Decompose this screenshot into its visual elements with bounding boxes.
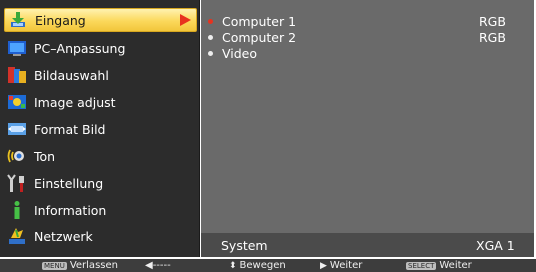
menu-item-netzwerk[interactable]: Netzwerk	[4, 224, 197, 248]
menu-item-image-adjust[interactable]: Image adjust	[4, 90, 197, 114]
pc-adjust-icon	[6, 37, 28, 59]
system-value: XGA 1	[476, 237, 515, 253]
back-hint: ◀-----	[145, 260, 171, 271]
move-hint: ⬍ Bewegen	[229, 260, 286, 271]
menu-item-pc-anpassung[interactable]: PC–Anpassung	[4, 36, 197, 60]
submenu-arrow-icon	[180, 14, 191, 26]
input-icon	[7, 9, 29, 31]
main-menu: Eingang PC–Anpassung Bildauswahl Image a…	[0, 0, 200, 257]
system-status-bar: System XGA 1	[201, 233, 534, 257]
right-arrow-icon: ▶	[320, 260, 327, 271]
menu-item-einstellung[interactable]: Einstellung	[4, 171, 197, 195]
sound-icon	[6, 145, 28, 167]
selected-bullet-icon	[208, 18, 213, 24]
bullet-icon	[208, 50, 213, 56]
select-key-icon: SELECT	[406, 261, 437, 270]
bullet-icon	[208, 34, 213, 40]
image-select-icon	[6, 64, 28, 86]
menu-item-eingang[interactable]: Eingang	[4, 8, 197, 32]
menu-item-format-bild[interactable]: Format Bild	[4, 117, 197, 141]
menu-item-bildauswahl[interactable]: Bildauswahl	[4, 63, 197, 87]
select-hint: SELECT Weiter	[406, 260, 472, 271]
next-hint: ▶ Weiter	[320, 260, 363, 271]
menu-item-ton[interactable]: Ton	[4, 144, 197, 168]
image-adjust-icon	[6, 91, 28, 113]
screen-format-icon	[6, 118, 28, 140]
setting-icon	[6, 172, 28, 194]
exit-hint: MENU Verlassen	[42, 260, 118, 271]
system-label: System	[221, 237, 268, 253]
menu-item-information[interactable]: Information	[4, 198, 197, 222]
source-row-video[interactable]: Video	[207, 44, 527, 62]
input-source-panel: Computer 1 RGB Computer 2 RGB Video	[201, 0, 534, 257]
network-icon	[6, 225, 28, 247]
up-down-arrow-icon: ⬍	[229, 260, 237, 271]
menu-key-icon: MENU	[42, 261, 67, 270]
information-icon	[6, 199, 28, 221]
key-guide-bar: MENU Verlassen ◀----- ⬍ Bewegen ▶ Weiter…	[0, 259, 536, 272]
